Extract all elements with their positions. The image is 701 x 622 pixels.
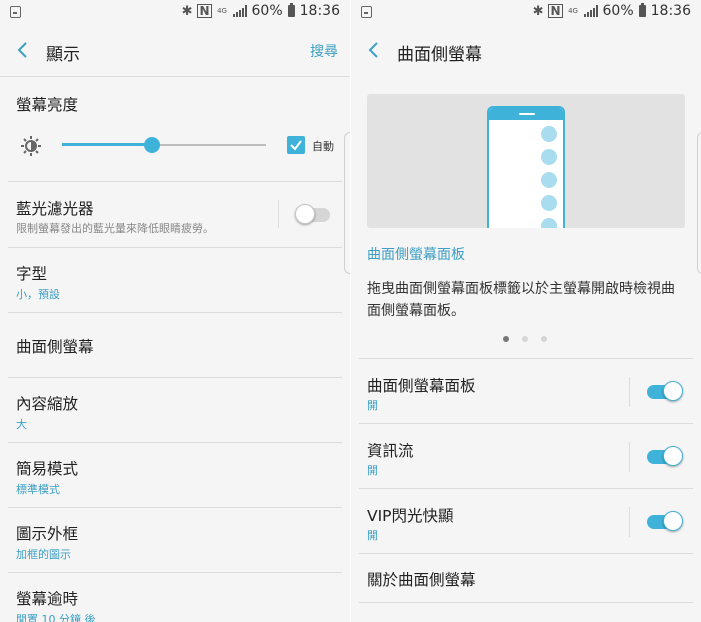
phone-top-bar: [489, 108, 563, 120]
edge-toggle-row[interactable]: 資訊流 開: [351, 424, 701, 488]
edge-feeds-toggle[interactable]: [647, 446, 683, 466]
settings-item-value: 大: [16, 418, 27, 431]
display-settings-screen: ✱ N 4G 60% 18:36 顯示 搜尋 螢幕亮度 自動 藍光濾光器 限制螢…: [0, 0, 350, 622]
signal-icon: [583, 5, 598, 17]
blue-light-filter-desc: 限制螢幕發出的藍光量來降低眼睛疲勞。: [16, 222, 214, 235]
edge-screen-settings-screen: ✱ N 4G 60% 18:36 曲面側螢幕 曲面側螢幕面板 拖曳曲面側螢幕面板…: [351, 0, 701, 622]
settings-item[interactable]: 圖示外框 加框的圖示: [0, 508, 350, 572]
settings-item-value: 標準模式: [16, 483, 60, 496]
settings-item[interactable]: 字型 小，預設: [0, 248, 350, 312]
phone-illustration: [487, 106, 565, 228]
signal-icon: [232, 5, 247, 17]
page-indicator: [503, 336, 547, 342]
chevron-left-icon: [368, 42, 378, 58]
edge-panels-toggle[interactable]: [647, 381, 683, 401]
status-bar: ✱ N 4G 60% 18:36: [0, 0, 350, 26]
nfc-icon: N: [548, 4, 563, 18]
vip-lighting-toggle[interactable]: [647, 511, 683, 531]
edge-toggle-status: 開: [367, 464, 378, 477]
brightness-sun-icon: [21, 136, 41, 156]
page-title: 曲面側螢幕: [397, 45, 482, 65]
slider-fill: [62, 143, 152, 146]
battery-icon: [638, 3, 646, 17]
app-bar: 曲面側螢幕: [351, 26, 701, 76]
blue-light-filter-label: 藍光濾光器: [16, 200, 94, 218]
edge-toggle-status: 開: [367, 529, 378, 542]
checkmark-icon: [290, 140, 302, 151]
toggle-knob: [663, 381, 683, 401]
toggle-knob: [663, 511, 683, 531]
nfc-icon: N: [197, 4, 212, 18]
about-edge-screen-row[interactable]: 關於曲面側螢幕: [351, 554, 701, 602]
network-type: 4G: [217, 6, 227, 15]
settings-item[interactable]: 簡易模式 標準模式: [0, 443, 350, 507]
edge-panel-handle[interactable]: [344, 132, 350, 274]
edge-toggle-label: 資訊流: [367, 442, 414, 460]
settings-item-value: 閒置 10 分鐘 後: [16, 613, 96, 622]
slider-thumb[interactable]: [143, 137, 160, 153]
battery-percent: 60%: [251, 3, 283, 19]
settings-item[interactable]: 曲面側螢幕: [0, 313, 350, 377]
settings-item-value: 小，預設: [16, 288, 60, 301]
toggle-knob: [663, 446, 683, 466]
blue-light-filter-toggle[interactable]: [295, 204, 330, 224]
auto-brightness-checkbox[interactable]: [287, 136, 305, 154]
status-bar: ✱ N 4G 60% 18:36: [351, 0, 701, 26]
settings-item-label: 螢幕逾時: [16, 590, 79, 608]
bluetooth-icon: ✱: [181, 3, 193, 19]
edge-panel-preview: [367, 94, 685, 228]
vertical-divider: [629, 442, 630, 472]
settings-item-value: 加框的圖示: [16, 548, 71, 561]
settings-item-label: 圖示外框: [16, 525, 79, 543]
vertical-divider: [629, 507, 630, 537]
edge-toggle-row[interactable]: 曲面側螢幕面板 開: [351, 359, 701, 423]
network-type: 4G: [568, 6, 578, 15]
brightness-section: 螢幕亮度: [0, 77, 350, 181]
auto-brightness-label: 自動: [312, 140, 334, 153]
chevron-left-icon: [17, 42, 27, 58]
settings-item-label: 內容縮放: [16, 395, 79, 413]
settings-item[interactable]: 內容縮放 大: [0, 378, 350, 442]
clock: 18:36: [650, 3, 691, 19]
notification-icon: [361, 6, 372, 18]
settings-item-label: 字型: [16, 265, 48, 283]
app-bar: 顯示 搜尋: [0, 26, 350, 76]
page-dot[interactable]: [541, 336, 547, 342]
edge-toggle-status: 開: [367, 399, 378, 412]
back-button[interactable]: [365, 40, 385, 60]
battery-icon: [287, 3, 295, 17]
vertical-divider: [629, 377, 630, 407]
settings-item[interactable]: 螢幕逾時 閒置 10 分鐘 後: [0, 573, 350, 622]
page-dot[interactable]: [522, 336, 528, 342]
brightness-slider[interactable]: [62, 137, 266, 153]
settings-item-label: 簡易模式: [16, 460, 79, 478]
edge-toggle-label: 曲面側螢幕面板: [367, 377, 476, 395]
settings-item-label: 曲面側螢幕: [16, 338, 94, 356]
back-button[interactable]: [14, 40, 34, 60]
edge-panel-dots: [541, 126, 557, 228]
clock: 18:36: [299, 3, 340, 19]
edge-toggle-label: VIP閃光快顯: [367, 507, 454, 525]
page-dot[interactable]: [503, 336, 509, 342]
blue-light-filter-row[interactable]: 藍光濾光器 限制螢幕發出的藍光量來降低眼睛疲勞。: [0, 182, 350, 247]
brightness-label: 螢幕亮度: [16, 96, 79, 114]
toggle-knob: [295, 204, 315, 224]
notification-icon: [10, 6, 21, 18]
edge-toggle-row[interactable]: VIP閃光快顯 開: [351, 489, 701, 553]
edge-panel-link[interactable]: 曲面側螢幕面板: [367, 244, 465, 264]
page-title: 顯示: [46, 45, 80, 65]
bluetooth-icon: ✱: [532, 3, 544, 19]
divider: [359, 602, 693, 603]
search-button[interactable]: 搜尋: [310, 41, 338, 61]
vertical-divider: [278, 200, 279, 228]
edge-panel-description: 拖曳曲面側螢幕面板標籤以於主螢幕開啟時檢視曲面側螢幕面板。: [367, 281, 675, 319]
about-edge-screen-label: 關於曲面側螢幕: [367, 571, 476, 589]
battery-percent: 60%: [602, 3, 634, 19]
edge-panel-handle[interactable]: [697, 132, 701, 274]
